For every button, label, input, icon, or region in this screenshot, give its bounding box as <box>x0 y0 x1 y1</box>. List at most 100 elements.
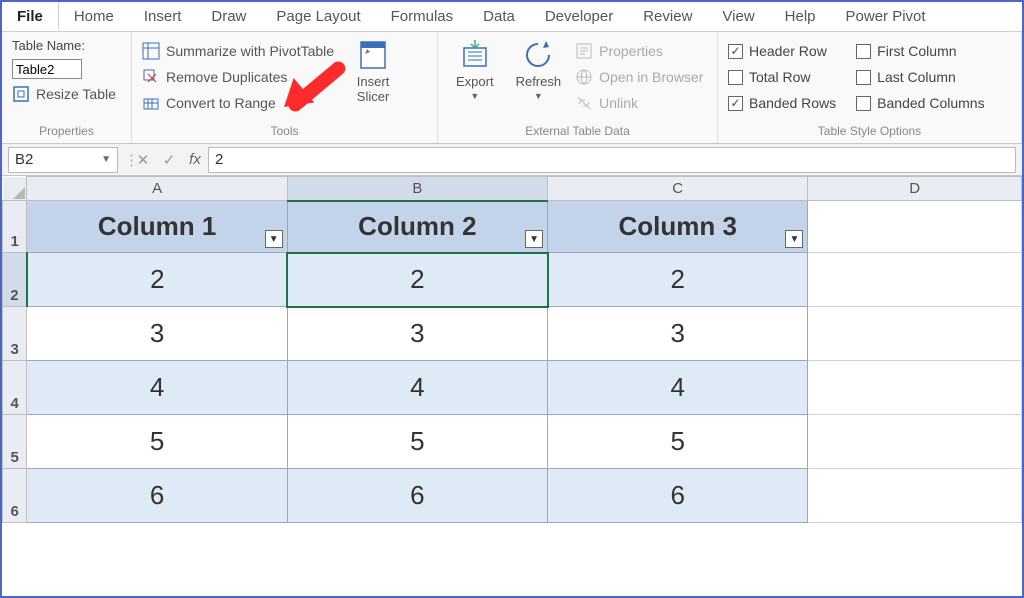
unlink-icon <box>575 94 593 112</box>
select-all-corner[interactable] <box>3 177 27 201</box>
tab-view[interactable]: View <box>707 2 769 31</box>
remove-duplicates-button[interactable]: Remove Duplicates <box>142 66 334 88</box>
refresh-button[interactable]: Refresh ▼ <box>508 38 570 101</box>
cell-C5[interactable]: 5 <box>548 415 808 469</box>
cell-D4[interactable] <box>808 361 1022 415</box>
cell-C6[interactable]: 6 <box>548 469 808 523</box>
tab-formulas[interactable]: Formulas <box>376 2 469 31</box>
banded-rows-checkbox[interactable]: Banded Rows <box>728 92 836 114</box>
open-in-browser-label: Open in Browser <box>599 69 703 85</box>
banded-columns-checkbox[interactable]: Banded Columns <box>856 92 984 114</box>
row-header-2[interactable]: 2 <box>3 253 27 307</box>
cell-D6[interactable] <box>808 469 1022 523</box>
group-tools-label: Tools <box>142 124 427 141</box>
cell-D1[interactable] <box>808 201 1022 253</box>
checkbox-icon <box>856 44 871 59</box>
properties-icon <box>575 42 593 60</box>
cell-B5[interactable]: 5 <box>287 415 547 469</box>
table-name-label: Table Name: <box>12 38 116 53</box>
unlink-button[interactable]: Unlink <box>575 92 703 114</box>
cell-D2[interactable] <box>808 253 1022 307</box>
table-header-col3[interactable]: Column 3 ▼ <box>548 201 808 253</box>
total-row-checkbox[interactable]: Total Row <box>728 66 836 88</box>
row-header-1[interactable]: 1 <box>3 201 27 253</box>
tab-review[interactable]: Review <box>628 2 707 31</box>
checkbox-icon <box>856 70 871 85</box>
spreadsheet-grid[interactable]: A B C D 1 Column 1 ▼ Column 2 ▼ Column 3… <box>2 176 1022 596</box>
resize-table-button[interactable]: Resize Table <box>12 83 116 105</box>
tab-page-layout[interactable]: Page Layout <box>261 2 375 31</box>
cell-B3[interactable]: 3 <box>287 307 547 361</box>
filter-dropdown-icon[interactable]: ▼ <box>525 230 543 248</box>
cell-B2[interactable]: 2 <box>287 253 547 307</box>
row-header-6[interactable]: 6 <box>3 469 27 523</box>
export-dropdown-icon[interactable]: ▼ <box>470 91 479 101</box>
table-name-input[interactable] <box>12 59 82 79</box>
formula-input[interactable]: 2 <box>208 147 1016 173</box>
convert-to-range-label: Convert to Range <box>166 95 276 111</box>
group-properties-label: Properties <box>12 124 121 141</box>
tab-home[interactable]: Home <box>59 2 129 31</box>
remove-duplicates-label: Remove Duplicates <box>166 69 287 85</box>
row-header-4[interactable]: 4 <box>3 361 27 415</box>
group-external-label: External Table Data <box>448 124 707 141</box>
tab-insert[interactable]: Insert <box>129 2 197 31</box>
first-column-label: First Column <box>877 43 956 59</box>
row-header-5[interactable]: 5 <box>3 415 27 469</box>
checkbox-icon <box>728 70 743 85</box>
table-header-col3-label: Column 3 <box>619 211 737 241</box>
filter-dropdown-icon[interactable]: ▼ <box>265 230 283 248</box>
cell-A4[interactable]: 4 <box>27 361 287 415</box>
name-box-dropdown-icon[interactable]: ▼ <box>101 154 111 165</box>
cell-D5[interactable] <box>808 415 1022 469</box>
table-header-col1[interactable]: Column 1 ▼ <box>27 201 287 253</box>
table-properties-label: Properties <box>599 43 663 59</box>
table-properties-button[interactable]: Properties <box>575 40 703 62</box>
cell-A5[interactable]: 5 <box>27 415 287 469</box>
cell-C3[interactable]: 3 <box>548 307 808 361</box>
resize-table-icon <box>12 85 30 103</box>
cell-A6[interactable]: 6 <box>27 469 287 523</box>
fx-button[interactable]: fx <box>182 151 208 168</box>
cell-D3[interactable] <box>808 307 1022 361</box>
col-header-C[interactable]: C <box>548 177 808 201</box>
tab-help[interactable]: Help <box>770 2 831 31</box>
col-header-A[interactable]: A <box>27 177 287 201</box>
table-header-col2-label: Column 2 <box>358 211 476 241</box>
cell-B4[interactable]: 4 <box>287 361 547 415</box>
summarize-pivottable-label: Summarize with PivotTable <box>166 43 334 59</box>
header-row-label: Header Row <box>749 43 827 59</box>
ribbon-tabstrip: File Home Insert Draw Page Layout Formul… <box>2 2 1022 32</box>
col-header-B[interactable]: B <box>287 177 547 201</box>
export-button[interactable]: Export ▼ <box>448 38 502 101</box>
cell-B6[interactable]: 6 <box>287 469 547 523</box>
cell-C4[interactable]: 4 <box>548 361 808 415</box>
filter-dropdown-icon[interactable]: ▼ <box>785 230 803 248</box>
cell-A3[interactable]: 3 <box>27 307 287 361</box>
tab-file[interactable]: File <box>2 2 59 31</box>
cell-A2[interactable]: 2 <box>27 253 287 307</box>
browser-icon <box>575 68 593 86</box>
tab-draw[interactable]: Draw <box>196 2 261 31</box>
name-box[interactable]: B2 ▼ <box>8 147 118 173</box>
insert-slicer-button[interactable]: Insert Slicer <box>348 38 398 104</box>
cell-C2[interactable]: 2 <box>548 253 808 307</box>
row-header-3[interactable]: 3 <box>3 307 27 361</box>
tab-power-pivot[interactable]: Power Pivot <box>831 2 941 31</box>
table-header-col2[interactable]: Column 2 ▼ <box>287 201 547 253</box>
enter-formula-button[interactable]: ✓ <box>156 151 182 169</box>
col-header-D[interactable]: D <box>808 177 1022 201</box>
open-in-browser-button[interactable]: Open in Browser <box>575 66 703 88</box>
banded-columns-label: Banded Columns <box>877 95 984 111</box>
first-column-checkbox[interactable]: First Column <box>856 40 984 62</box>
tab-data[interactable]: Data <box>468 2 530 31</box>
convert-to-range-button[interactable]: Convert to Range <box>142 92 334 114</box>
cancel-formula-button[interactable]: ✕ <box>130 151 156 169</box>
refresh-dropdown-icon[interactable]: ▼ <box>534 91 543 101</box>
last-column-checkbox[interactable]: Last Column <box>856 66 984 88</box>
header-row-checkbox[interactable]: Header Row <box>728 40 836 62</box>
refresh-label: Refresh <box>516 74 562 89</box>
tab-developer[interactable]: Developer <box>530 2 628 31</box>
summarize-pivottable-button[interactable]: Summarize with PivotTable <box>142 40 334 62</box>
insert-slicer-label: Insert Slicer <box>357 74 390 104</box>
